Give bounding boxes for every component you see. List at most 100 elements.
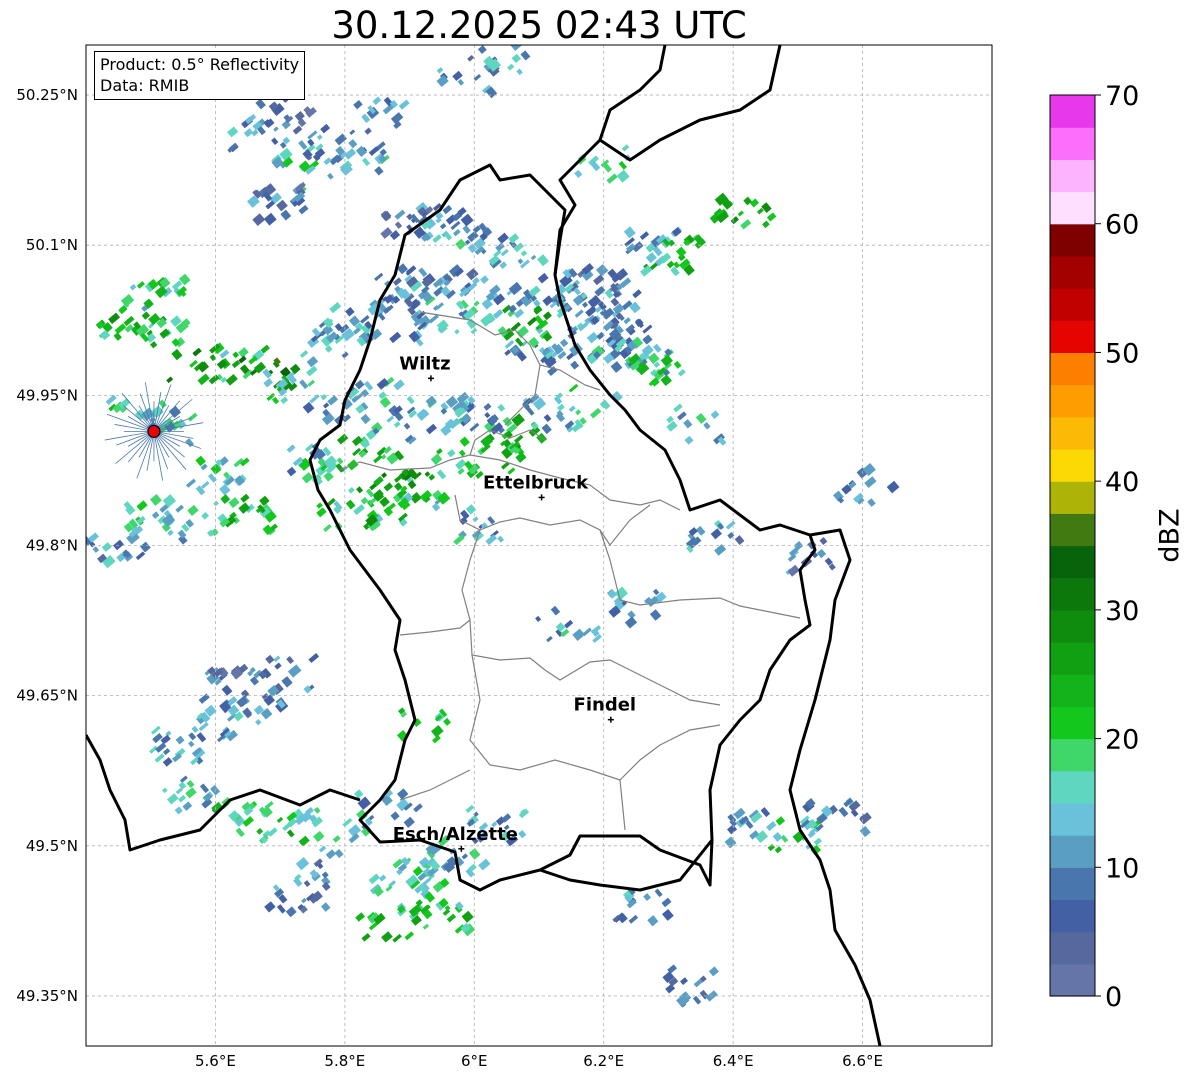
y-tick-label: 49.65°N <box>16 687 78 705</box>
reflectivity-pixel <box>286 444 296 453</box>
colorbar-segment <box>1050 674 1095 707</box>
reflectivity-pixel <box>320 393 328 401</box>
colorbar-tick-label: 0 <box>1105 982 1122 1013</box>
reflectivity-pixel <box>323 317 334 329</box>
y-tick-label: 50.25°N <box>16 86 78 104</box>
reflectivity-pixel <box>677 411 687 421</box>
reflectivity-pixel <box>575 409 582 416</box>
reflectivity-pixel <box>725 520 736 530</box>
reflectivity-pixel <box>321 412 335 426</box>
reflectivity-pixel <box>607 589 617 599</box>
reflectivity-pixel <box>213 500 219 507</box>
reflectivity-pixel <box>308 653 320 664</box>
city-wiltz: Wiltz <box>399 353 451 382</box>
reflectivity-pixel <box>154 753 165 763</box>
reflectivity-pixel <box>280 209 292 221</box>
reflectivity-pixel <box>766 212 777 222</box>
reflectivity-pixel <box>462 225 471 234</box>
reflectivity-pixel <box>428 474 435 481</box>
reflectivity-pixel <box>838 806 849 818</box>
reflectivity-pixel <box>381 931 393 943</box>
reflectivity-pixel <box>670 266 680 277</box>
reflectivity-pixel <box>192 347 202 357</box>
product-info-box: Product: 0.5° Reflectivity Data: RMIB <box>94 51 306 100</box>
colorbar-segment <box>1050 288 1095 321</box>
colorbar-segment <box>1050 867 1095 901</box>
reflectivity-pixel <box>286 655 294 664</box>
reflectivity-pixel <box>760 807 771 818</box>
reflectivity-pixel <box>162 757 173 767</box>
reflectivity-pixel <box>481 298 493 310</box>
reflectivity-pixel <box>355 145 368 158</box>
reflectivity-pixel <box>692 995 702 1005</box>
city-findel: Findel <box>574 695 636 723</box>
product-line: Product: 0.5° Reflectivity <box>100 55 300 74</box>
reflectivity-pixel <box>527 316 537 327</box>
reflectivity-pixel <box>114 323 127 335</box>
reflectivity-pixel <box>167 529 174 536</box>
city-esch-alzette: Esch/Alzette <box>393 824 518 852</box>
reflectivity-pixel <box>640 265 652 277</box>
reflectivity-pixel <box>632 289 642 299</box>
colorbar-tick-label: 10 <box>1105 853 1139 884</box>
reflectivity-pixel <box>349 129 356 135</box>
reflectivity-pixel <box>306 365 318 377</box>
reflectivity-pixel <box>649 609 662 621</box>
reflectivity-pixel <box>376 377 389 390</box>
reflectivity-pixel <box>101 542 112 552</box>
reflectivity-pixel <box>320 902 331 912</box>
reflectivity-pixel <box>380 227 393 239</box>
reflectivity-pixel <box>780 834 789 843</box>
reflectivity-pixel <box>504 349 512 356</box>
reflectivity-pixel <box>301 472 314 484</box>
reflectivity-pixel <box>185 787 197 799</box>
reflectivity-pixel <box>210 463 222 475</box>
reflectivity-pixel <box>151 511 160 519</box>
reflectivity-pixel <box>446 913 457 923</box>
reflectivity-pixel <box>273 655 281 663</box>
reflectivity-pixel <box>336 457 344 465</box>
reflectivity-pixel <box>600 399 611 410</box>
reflectivity-pixel <box>508 37 517 45</box>
reflectivity-pixel <box>99 330 111 341</box>
reflectivity-pixel <box>574 309 584 318</box>
colorbar-label: dBZ <box>1154 508 1184 563</box>
reflectivity-pixel <box>568 383 579 393</box>
reflectivity-pixel <box>404 931 415 941</box>
reflectivity-pixel <box>286 466 297 477</box>
colorbar-tick-label: 50 <box>1105 338 1139 369</box>
colorbar-segment <box>1050 223 1095 257</box>
colorbar-segment <box>1050 95 1095 128</box>
reflectivity-pixel <box>274 662 282 670</box>
reflectivity-pixel <box>710 528 722 540</box>
reflectivity-pixel <box>425 423 438 435</box>
x-tick-label: 6.4°E <box>713 1052 754 1070</box>
colorbar-segment <box>1050 835 1095 868</box>
city-ettelbruck: Ettelbruck <box>483 472 589 501</box>
reflectivity-pixel <box>431 725 444 738</box>
reflectivity-pixel <box>321 882 331 891</box>
reflectivity-pixel <box>255 98 266 110</box>
reflectivity-pixel <box>886 480 900 494</box>
canton-boundary <box>599 529 801 619</box>
reflectivity-pixel <box>286 829 295 838</box>
reflectivity-pixel <box>396 798 410 812</box>
reflectivity-pixel <box>320 123 331 134</box>
reflectivity-pixel <box>740 219 752 230</box>
reflectivity-pixel <box>188 732 197 741</box>
reflectivity-pixel <box>543 414 552 423</box>
reflectivity-pixel <box>381 472 388 479</box>
reflectivity-pixel <box>606 173 618 184</box>
reflectivity-pixel <box>360 497 369 505</box>
colorbar-segment <box>1050 899 1095 933</box>
reflectivity-pixel <box>221 684 233 696</box>
reflectivity-pixel <box>299 379 309 390</box>
reflectivity-pixel <box>259 495 270 507</box>
colorbar-segment <box>1050 545 1095 579</box>
reflectivity-pixel <box>345 499 356 510</box>
reflectivity-pixel <box>321 871 329 879</box>
reflectivity-pixel <box>425 395 437 407</box>
reflectivity-pixel <box>264 901 276 913</box>
reflectivity-pixel <box>593 274 605 286</box>
graticule <box>86 45 992 1046</box>
